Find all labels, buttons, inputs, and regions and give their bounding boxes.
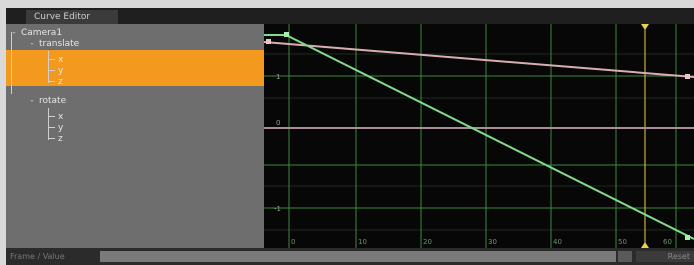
tree-item-label: rotate — [39, 96, 67, 106]
tab-curve-editor[interactable]: Curve Editor — [26, 10, 118, 24]
status-button[interactable] — [618, 251, 632, 262]
tree-connector — [48, 108, 49, 140]
collapse-icon[interactable]: - — [28, 94, 36, 108]
x-axis-labels: 0 10 20 30 40 50 60 — [291, 238, 672, 246]
status-label: Frame / Value — [10, 252, 65, 261]
keyframe[interactable] — [685, 235, 690, 240]
tree-item-rotate-z[interactable]: z — [58, 132, 63, 146]
tree-item-label: translate — [39, 39, 80, 49]
tree-connector — [11, 32, 12, 94]
tree-item-translate-z[interactable]: z — [58, 75, 63, 89]
tree-item-rotate[interactable]: - rotate — [28, 94, 66, 108]
tree-item-translate[interactable]: - translate — [28, 37, 79, 51]
tree-connector — [48, 51, 49, 83]
tree-connector — [48, 127, 55, 128]
x-tick-label: 10 — [358, 238, 367, 246]
channel-label: z — [58, 77, 63, 87]
x-tick-label: 40 — [553, 238, 562, 246]
y-tick-label: -1 — [274, 205, 281, 213]
triangle-marker-icon[interactable] — [641, 24, 649, 30]
y-tick-label: 0 — [276, 119, 280, 127]
minor-grid — [264, 53, 694, 231]
major-grid-horizontal — [264, 75, 694, 209]
curve-graph[interactable]: 1 0 -1 0 10 20 30 40 50 60 — [263, 24, 694, 248]
value-input[interactable] — [100, 251, 616, 262]
collapse-icon[interactable]: - — [10, 26, 18, 40]
selected-channel-band — [6, 50, 264, 86]
x-tick-label: 20 — [423, 238, 432, 246]
y-tick-label: 1 — [276, 73, 280, 81]
curve-graph-canvas[interactable]: 1 0 -1 0 10 20 30 40 50 60 — [263, 24, 694, 248]
major-grid-vertical — [288, 24, 677, 248]
reset-button[interactable]: Reset — [636, 251, 694, 262]
y-axis-labels: 1 0 -1 — [274, 73, 281, 213]
x-tick-label: 50 — [618, 238, 627, 246]
x-tick-label: 0 — [291, 238, 295, 246]
tree-connector — [48, 138, 55, 139]
tree-connector — [48, 70, 55, 71]
tab-bar: Curve Editor — [6, 8, 694, 24]
channel-label: z — [58, 134, 63, 144]
collapse-icon[interactable]: - — [28, 37, 36, 51]
keyframe[interactable] — [266, 39, 271, 44]
curve-editor-window: Curve Editor - Camera1 - translate x y z -… — [6, 8, 694, 265]
tree-connector — [48, 81, 55, 82]
tree-connector — [48, 59, 55, 60]
curve-translate-pink[interactable] — [263, 41, 694, 78]
status-bar: Frame / Value Reset — [6, 248, 694, 265]
keyframe[interactable] — [685, 74, 690, 79]
x-tick-label: 60 — [663, 238, 672, 246]
tree-connector — [48, 116, 55, 117]
channel-tree: - Camera1 - translate x y z - rotate x y z — [6, 24, 264, 248]
keyframe[interactable] — [284, 32, 289, 37]
x-tick-label: 30 — [488, 238, 497, 246]
